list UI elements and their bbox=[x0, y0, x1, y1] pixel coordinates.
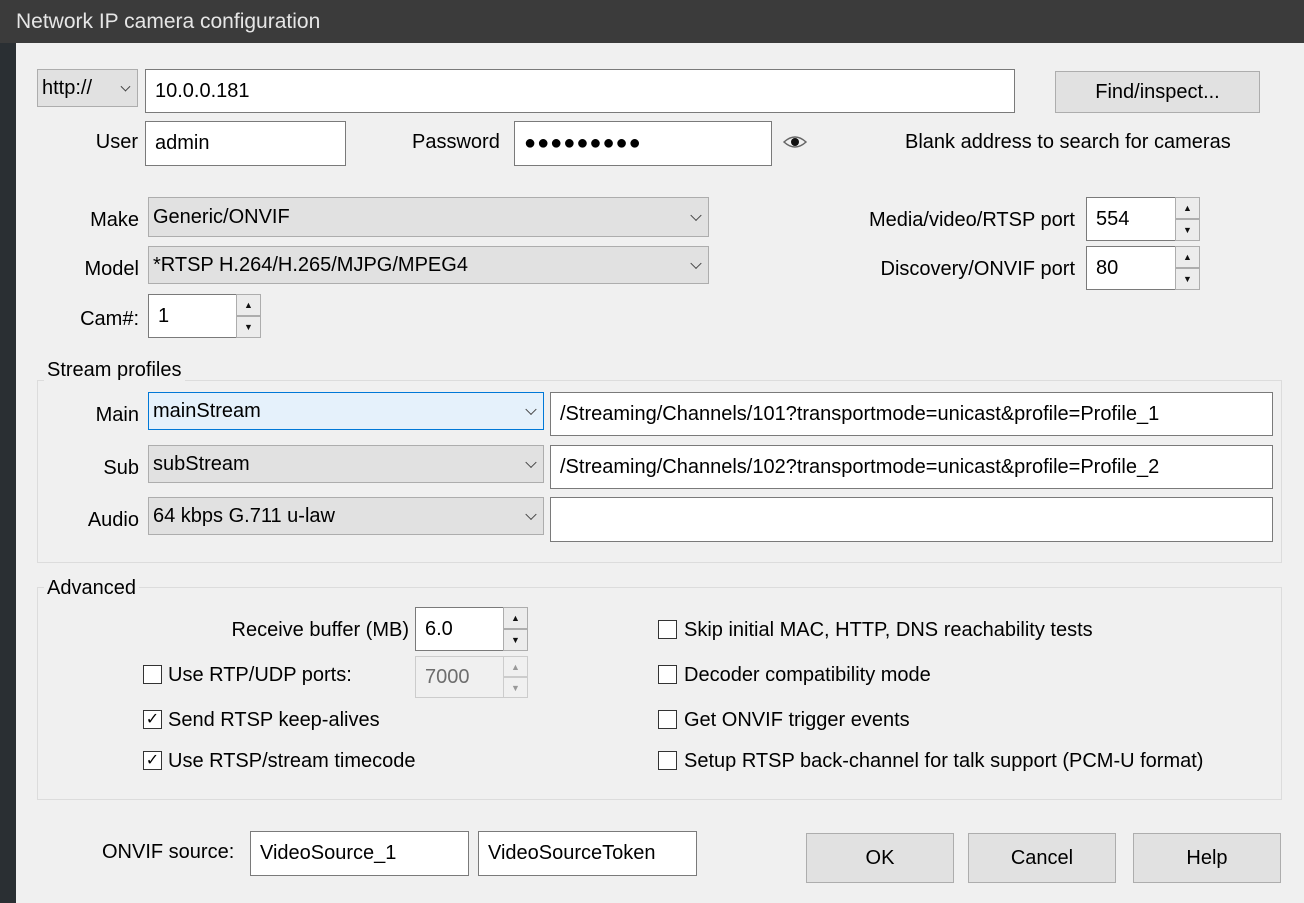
discovery-port-input[interactable]: 80 bbox=[1086, 246, 1176, 290]
timecode-checkbox[interactable]: ✓ bbox=[143, 751, 162, 770]
model-dropdown[interactable]: *RTSP H.264/H.265/MJPG/MPEG4 bbox=[148, 246, 709, 284]
onvif-token-input[interactable]: VideoSourceToken bbox=[478, 831, 697, 876]
down-arrow-icon[interactable]: ▼ bbox=[1175, 219, 1200, 241]
receive-buffer-stepper[interactable]: ▲ ▼ bbox=[503, 607, 528, 651]
down-arrow-icon[interactable]: ▼ bbox=[236, 316, 261, 338]
keepalive-label: Send RTSP keep-alives bbox=[168, 709, 380, 731]
onvif-source-input[interactable]: VideoSource_1 bbox=[250, 831, 469, 876]
audio-label: Audio bbox=[87, 509, 139, 531]
audio-dropdown[interactable]: 64 kbps G.711 u-law bbox=[148, 497, 544, 535]
user-label: User bbox=[95, 131, 138, 153]
stream-profiles-title: Stream profiles bbox=[44, 358, 185, 382]
chevron-down-icon bbox=[525, 508, 537, 521]
ok-button[interactable]: OK bbox=[806, 833, 954, 883]
keepalive-checkbox[interactable]: ✓ bbox=[143, 710, 162, 729]
address-input[interactable]: 10.0.0.181 bbox=[145, 69, 1015, 113]
rtp-udp-checkbox[interactable] bbox=[143, 665, 162, 684]
make-dropdown[interactable]: Generic/ONVIF bbox=[148, 197, 709, 237]
main-label: Main bbox=[95, 404, 139, 426]
media-port-stepper[interactable]: ▲ ▼ bbox=[1175, 197, 1200, 241]
media-port-label: Media/video/RTSP port bbox=[868, 209, 1075, 231]
cam-number-stepper[interactable]: ▲ ▼ bbox=[236, 294, 261, 338]
find-inspect-button[interactable]: Find/inspect... bbox=[1055, 71, 1260, 113]
up-arrow-icon[interactable]: ▲ bbox=[503, 656, 528, 677]
advanced-title: Advanced bbox=[44, 576, 139, 600]
scheme-value: http:// bbox=[42, 76, 93, 99]
discovery-port-stepper[interactable]: ▲ ▼ bbox=[1175, 246, 1200, 290]
rtp-udp-port-stepper[interactable]: ▲ ▼ bbox=[503, 656, 528, 698]
eye-icon[interactable] bbox=[782, 132, 808, 152]
onvif-source-label: ONVIF source: bbox=[102, 841, 235, 863]
make-label: Make bbox=[90, 209, 139, 231]
search-hint: Blank address to search for cameras bbox=[905, 131, 1231, 153]
sub-label: Sub bbox=[103, 457, 139, 479]
backchannel-checkbox[interactable] bbox=[658, 751, 677, 770]
skip-tests-checkbox[interactable] bbox=[658, 620, 677, 639]
chevron-down-icon bbox=[120, 81, 131, 92]
password-label: Password bbox=[412, 131, 500, 153]
down-arrow-icon[interactable]: ▼ bbox=[503, 629, 528, 651]
cam-number-label: Cam#: bbox=[80, 308, 139, 330]
scheme-dropdown[interactable]: http:// bbox=[37, 69, 138, 107]
user-input[interactable]: admin bbox=[145, 121, 346, 166]
audio-value: 64 kbps G.711 u-law bbox=[153, 504, 335, 527]
up-arrow-icon[interactable]: ▲ bbox=[1175, 246, 1200, 268]
timecode-label: Use RTSP/stream timecode bbox=[168, 750, 416, 772]
main-stream-value: mainStream bbox=[153, 399, 261, 422]
decoder-compat-label: Decoder compatibility mode bbox=[684, 664, 931, 686]
up-arrow-icon[interactable]: ▲ bbox=[503, 607, 528, 629]
sub-stream-dropdown[interactable]: subStream bbox=[148, 445, 544, 483]
title-bar: Network IP camera configuration bbox=[0, 0, 1304, 43]
chevron-down-icon bbox=[525, 403, 537, 416]
down-arrow-icon[interactable]: ▼ bbox=[503, 677, 528, 698]
onvif-events-label: Get ONVIF trigger events bbox=[684, 709, 910, 731]
cancel-button[interactable]: Cancel bbox=[968, 833, 1116, 883]
up-arrow-icon[interactable]: ▲ bbox=[236, 294, 261, 316]
receive-buffer-label: Receive buffer (MB) bbox=[231, 619, 409, 641]
chevron-down-icon bbox=[690, 209, 702, 222]
down-arrow-icon[interactable]: ▼ bbox=[1175, 268, 1200, 290]
receive-buffer-input[interactable]: 6.0 bbox=[415, 607, 503, 651]
onvif-events-checkbox[interactable] bbox=[658, 710, 677, 729]
decoder-compat-checkbox[interactable] bbox=[658, 665, 677, 684]
cam-number-input[interactable]: 1 bbox=[148, 294, 236, 338]
background-window bbox=[0, 0, 16, 903]
backchannel-label: Setup RTSP back-channel for talk support… bbox=[684, 750, 1204, 772]
audio-path-input[interactable] bbox=[550, 497, 1273, 542]
help-button[interactable]: Help bbox=[1133, 833, 1281, 883]
chevron-down-icon bbox=[525, 456, 537, 469]
chevron-down-icon bbox=[690, 257, 702, 270]
up-arrow-icon[interactable]: ▲ bbox=[1175, 197, 1200, 219]
media-port-input[interactable]: 554 bbox=[1086, 197, 1176, 241]
sub-stream-path-input[interactable]: /Streaming/Channels/102?transportmode=un… bbox=[550, 445, 1273, 489]
model-value: *RTSP H.264/H.265/MJPG/MPEG4 bbox=[153, 253, 468, 276]
model-label: Model bbox=[84, 258, 139, 280]
main-stream-path-input[interactable]: /Streaming/Channels/101?transportmode=un… bbox=[550, 392, 1273, 436]
password-input[interactable]: ●●●●●●●●● bbox=[514, 121, 772, 166]
sub-stream-value: subStream bbox=[153, 452, 250, 475]
main-stream-dropdown[interactable]: mainStream bbox=[148, 392, 544, 430]
rtp-udp-label: Use RTP/UDP ports: bbox=[168, 664, 352, 686]
discovery-port-label: Discovery/ONVIF port bbox=[880, 258, 1075, 280]
make-value: Generic/ONVIF bbox=[153, 205, 290, 228]
skip-tests-label: Skip initial MAC, HTTP, DNS reachability… bbox=[684, 619, 1093, 641]
rtp-udp-port-input[interactable]: 7000 bbox=[415, 656, 503, 698]
